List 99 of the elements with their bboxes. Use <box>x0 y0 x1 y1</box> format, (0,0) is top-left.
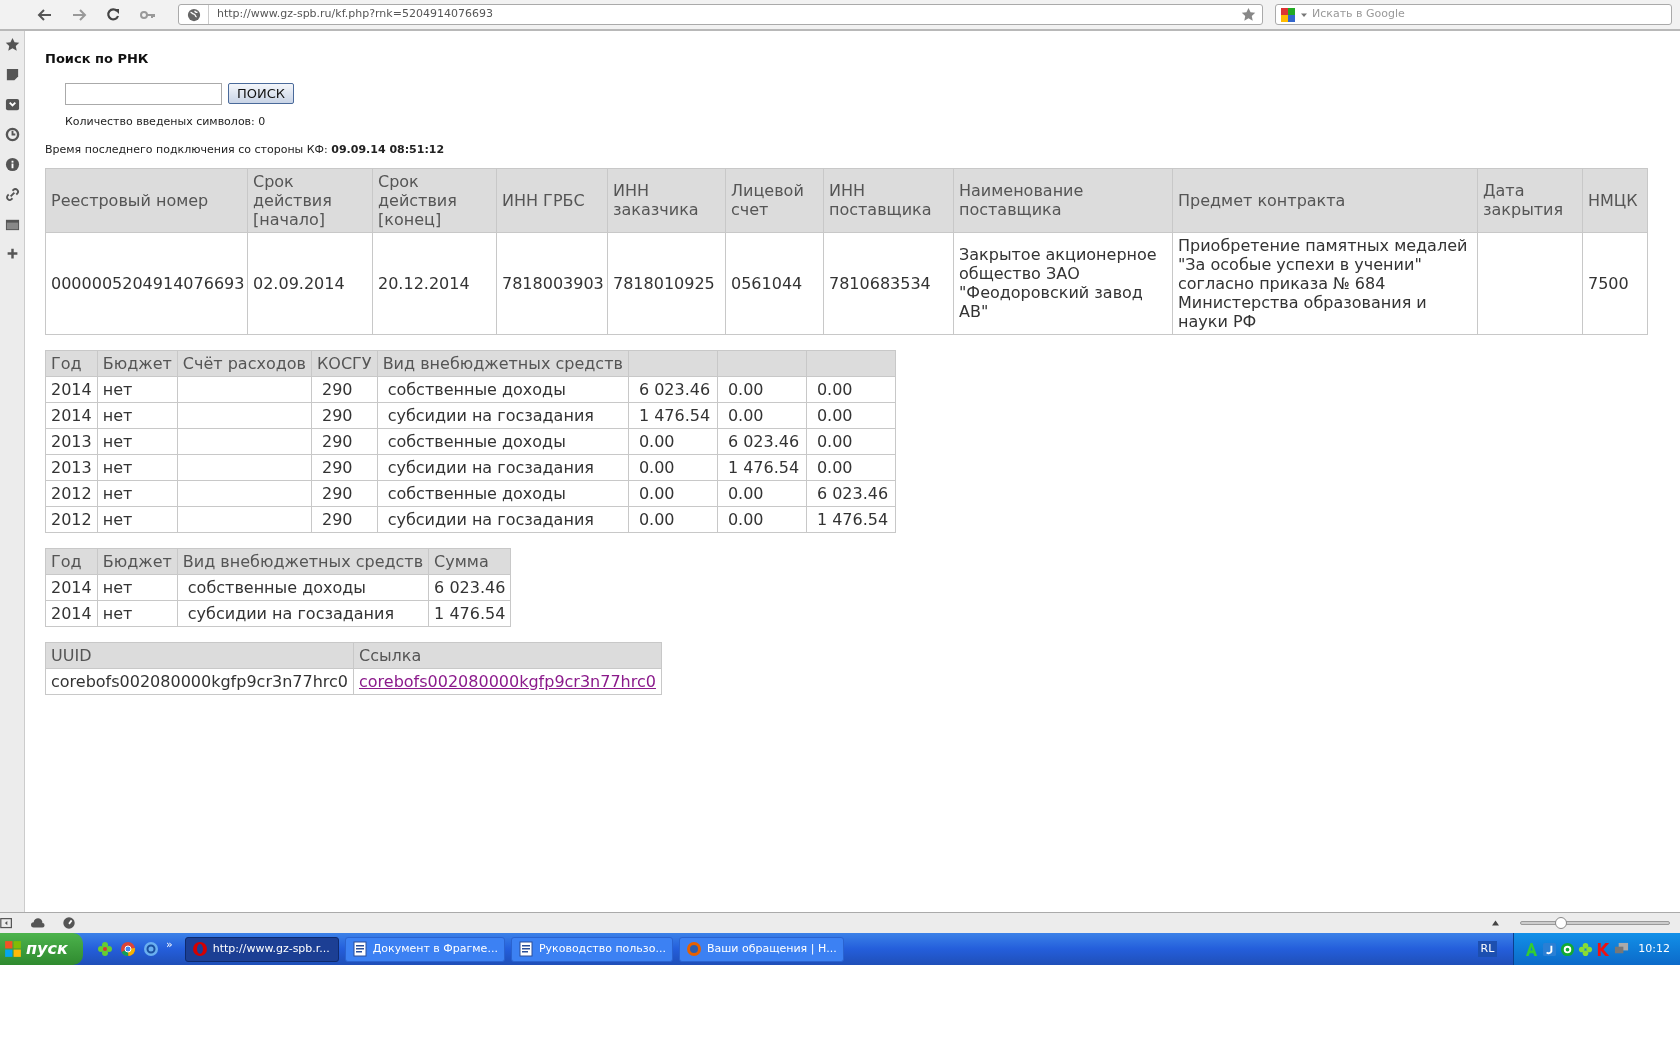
column-header: Год <box>45 548 98 574</box>
table-cell: Приобретение памятных медалей "За особые успехи в учении" согласно приказа № 684 Министерства образования и науки РФ <box>1172 232 1478 334</box>
table-cell: 0.00 <box>628 454 718 480</box>
table-cell: 0.00 <box>717 506 807 532</box>
table-cell: 0.00 <box>806 428 896 454</box>
column-header: КОСГУ <box>311 350 378 376</box>
table-cell: 290 <box>311 428 378 454</box>
column-header: Ссылка <box>353 642 662 668</box>
table-cell: 0561044 <box>725 232 824 334</box>
column-header: Предмет контракта <box>1172 168 1478 232</box>
table-cell: собственные доходы <box>377 376 629 402</box>
column-header: Бюджет <box>97 548 178 574</box>
table-cell: 0.00 <box>717 402 807 428</box>
address-bar[interactable]: http://www.gz-spb.ru/kf.php?rnk=5204914076693 <box>178 4 1263 25</box>
table-cell: собственные доходы <box>377 480 629 506</box>
table-cell: 2012 <box>45 480 98 506</box>
clock: 10:12 <box>1638 940 1670 957</box>
search-input[interactable]: Искать в Google <box>1312 6 1667 23</box>
table-cell: 290 <box>311 506 378 532</box>
table-cell: 0000005204914076693 <box>45 232 248 334</box>
table-cell: corebofs002080000kgfp9cr3n77hrc0 <box>45 668 354 694</box>
table-cell: 2014 <box>45 600 98 626</box>
table-cell: 0.00 <box>717 480 807 506</box>
table-cell: 2014 <box>45 376 98 402</box>
search-field[interactable]: Искать в Google <box>1275 4 1672 25</box>
column-header: Год <box>45 350 98 376</box>
table-cell: нет <box>97 600 178 626</box>
table-cell: нет <box>97 454 178 480</box>
table-cell: 1 476.54 <box>628 402 718 428</box>
table-cell: 2013 <box>45 454 98 480</box>
language-indicator[interactable]: RL <box>1477 940 1498 958</box>
table-cell: 290 <box>311 376 378 402</box>
table-cell: нет <box>97 480 178 506</box>
table-cell: субсидии на госзадания <box>177 600 429 626</box>
uuid-link[interactable]: corebofs002080000kgfp9cr3n77hrc0 <box>359 671 656 691</box>
column-header: Счёт расходов <box>177 350 312 376</box>
table-cell: 0.00 <box>717 376 807 402</box>
column-header: Дата закрытия <box>1477 168 1583 232</box>
table-cell: 2014 <box>45 574 98 600</box>
table-cell: 0.00 <box>806 402 896 428</box>
table-cell: 0.00 <box>628 506 718 532</box>
table-cell: 1 476.54 <box>806 506 896 532</box>
taskbar-task[interactable]: Ваши обращения | Н... <box>678 936 844 962</box>
table-cell: 20.12.2014 <box>372 232 497 334</box>
table-cell: нет <box>97 428 178 454</box>
column-header: Реестровый номер <box>45 168 248 232</box>
column-header: Вид внебюджетных средств <box>177 548 429 574</box>
table-cell: 1 476.54 <box>717 454 807 480</box>
column-header: НМЦК <box>1582 168 1648 232</box>
table-cell: субсидии на госзадания <box>377 506 629 532</box>
column-header: Вид внебюджетных средств <box>377 350 629 376</box>
url-text: http://www.gz-spb.ru/kf.php?rnk=5204914076693 <box>217 6 494 23</box>
char-count-text: Количество введеных символов: 0 <box>65 113 266 130</box>
table-cell: собственные доходы <box>377 428 629 454</box>
table-cell: Закрытое акционерное общество ЗАО "Феодоровский завод АВ" <box>953 232 1173 334</box>
table-cell: 7818003903 <box>496 232 608 334</box>
column-header: ИНН заказчика <box>607 168 726 232</box>
table-cell: 2013 <box>45 428 98 454</box>
table-cell: 6 023.46 <box>428 574 511 600</box>
table-cell: нет <box>97 376 178 402</box>
table-cell: 0.00 <box>806 454 896 480</box>
table-cell: 6 023.46 <box>628 376 718 402</box>
column-header: Наименование поставщика <box>953 168 1173 232</box>
table-cell: 290 <box>311 480 378 506</box>
table-cell: 2012 <box>45 506 98 532</box>
table-cell: нет <box>97 402 178 428</box>
taskbar-task[interactable]: Документ в Фрагме... <box>344 936 505 962</box>
table-cell: субсидии на госзадания <box>377 402 629 428</box>
table-cell: субсидии на госзадания <box>377 454 629 480</box>
more-chevron[interactable]: » <box>166 936 173 954</box>
table-cell: 0.00 <box>628 428 718 454</box>
table-cell: нет <box>97 506 178 532</box>
table-cell: 290 <box>311 454 378 480</box>
column-header: Срок действия [конец] <box>372 168 497 232</box>
table-cell: 6 023.46 <box>717 428 807 454</box>
taskbar-task[interactable]: Руководство пользо... <box>510 936 673 962</box>
table-cell: нет <box>97 574 178 600</box>
table-cell: 0.00 <box>628 480 718 506</box>
column-header: Сумма <box>428 548 511 574</box>
search-button[interactable]: ПОИСК <box>228 83 295 104</box>
table-cell: 7500 <box>1582 232 1648 334</box>
table-cell: 7818010925 <box>607 232 726 334</box>
table-cell: 0.00 <box>806 376 896 402</box>
column-header: Лицевой счет <box>725 168 824 232</box>
table-cell: 7810683534 <box>823 232 954 334</box>
table-cell: 2014 <box>45 402 98 428</box>
column-header: UUID <box>45 642 354 668</box>
page-title: Поиск по РНК <box>45 50 149 68</box>
column-header: Срок действия [начало] <box>247 168 373 232</box>
column-header: Бюджет <box>97 350 178 376</box>
table-cell: 6 023.46 <box>806 480 896 506</box>
column-header: ИНН поставщика <box>823 168 954 232</box>
last-connection-text: Время последнего подключения со стороны КФ: 09.09.14 08:51:12 <box>45 142 445 158</box>
table-cell: 1 476.54 <box>428 600 511 626</box>
table-cell: 02.09.2014 <box>247 232 373 334</box>
table-cell: собственные доходы <box>177 574 429 600</box>
taskbar-task[interactable]: http://www.gz-spb.r... <box>184 936 339 962</box>
table-cell: 290 <box>311 402 378 428</box>
column-header: ИНН ГРБС <box>496 168 608 232</box>
